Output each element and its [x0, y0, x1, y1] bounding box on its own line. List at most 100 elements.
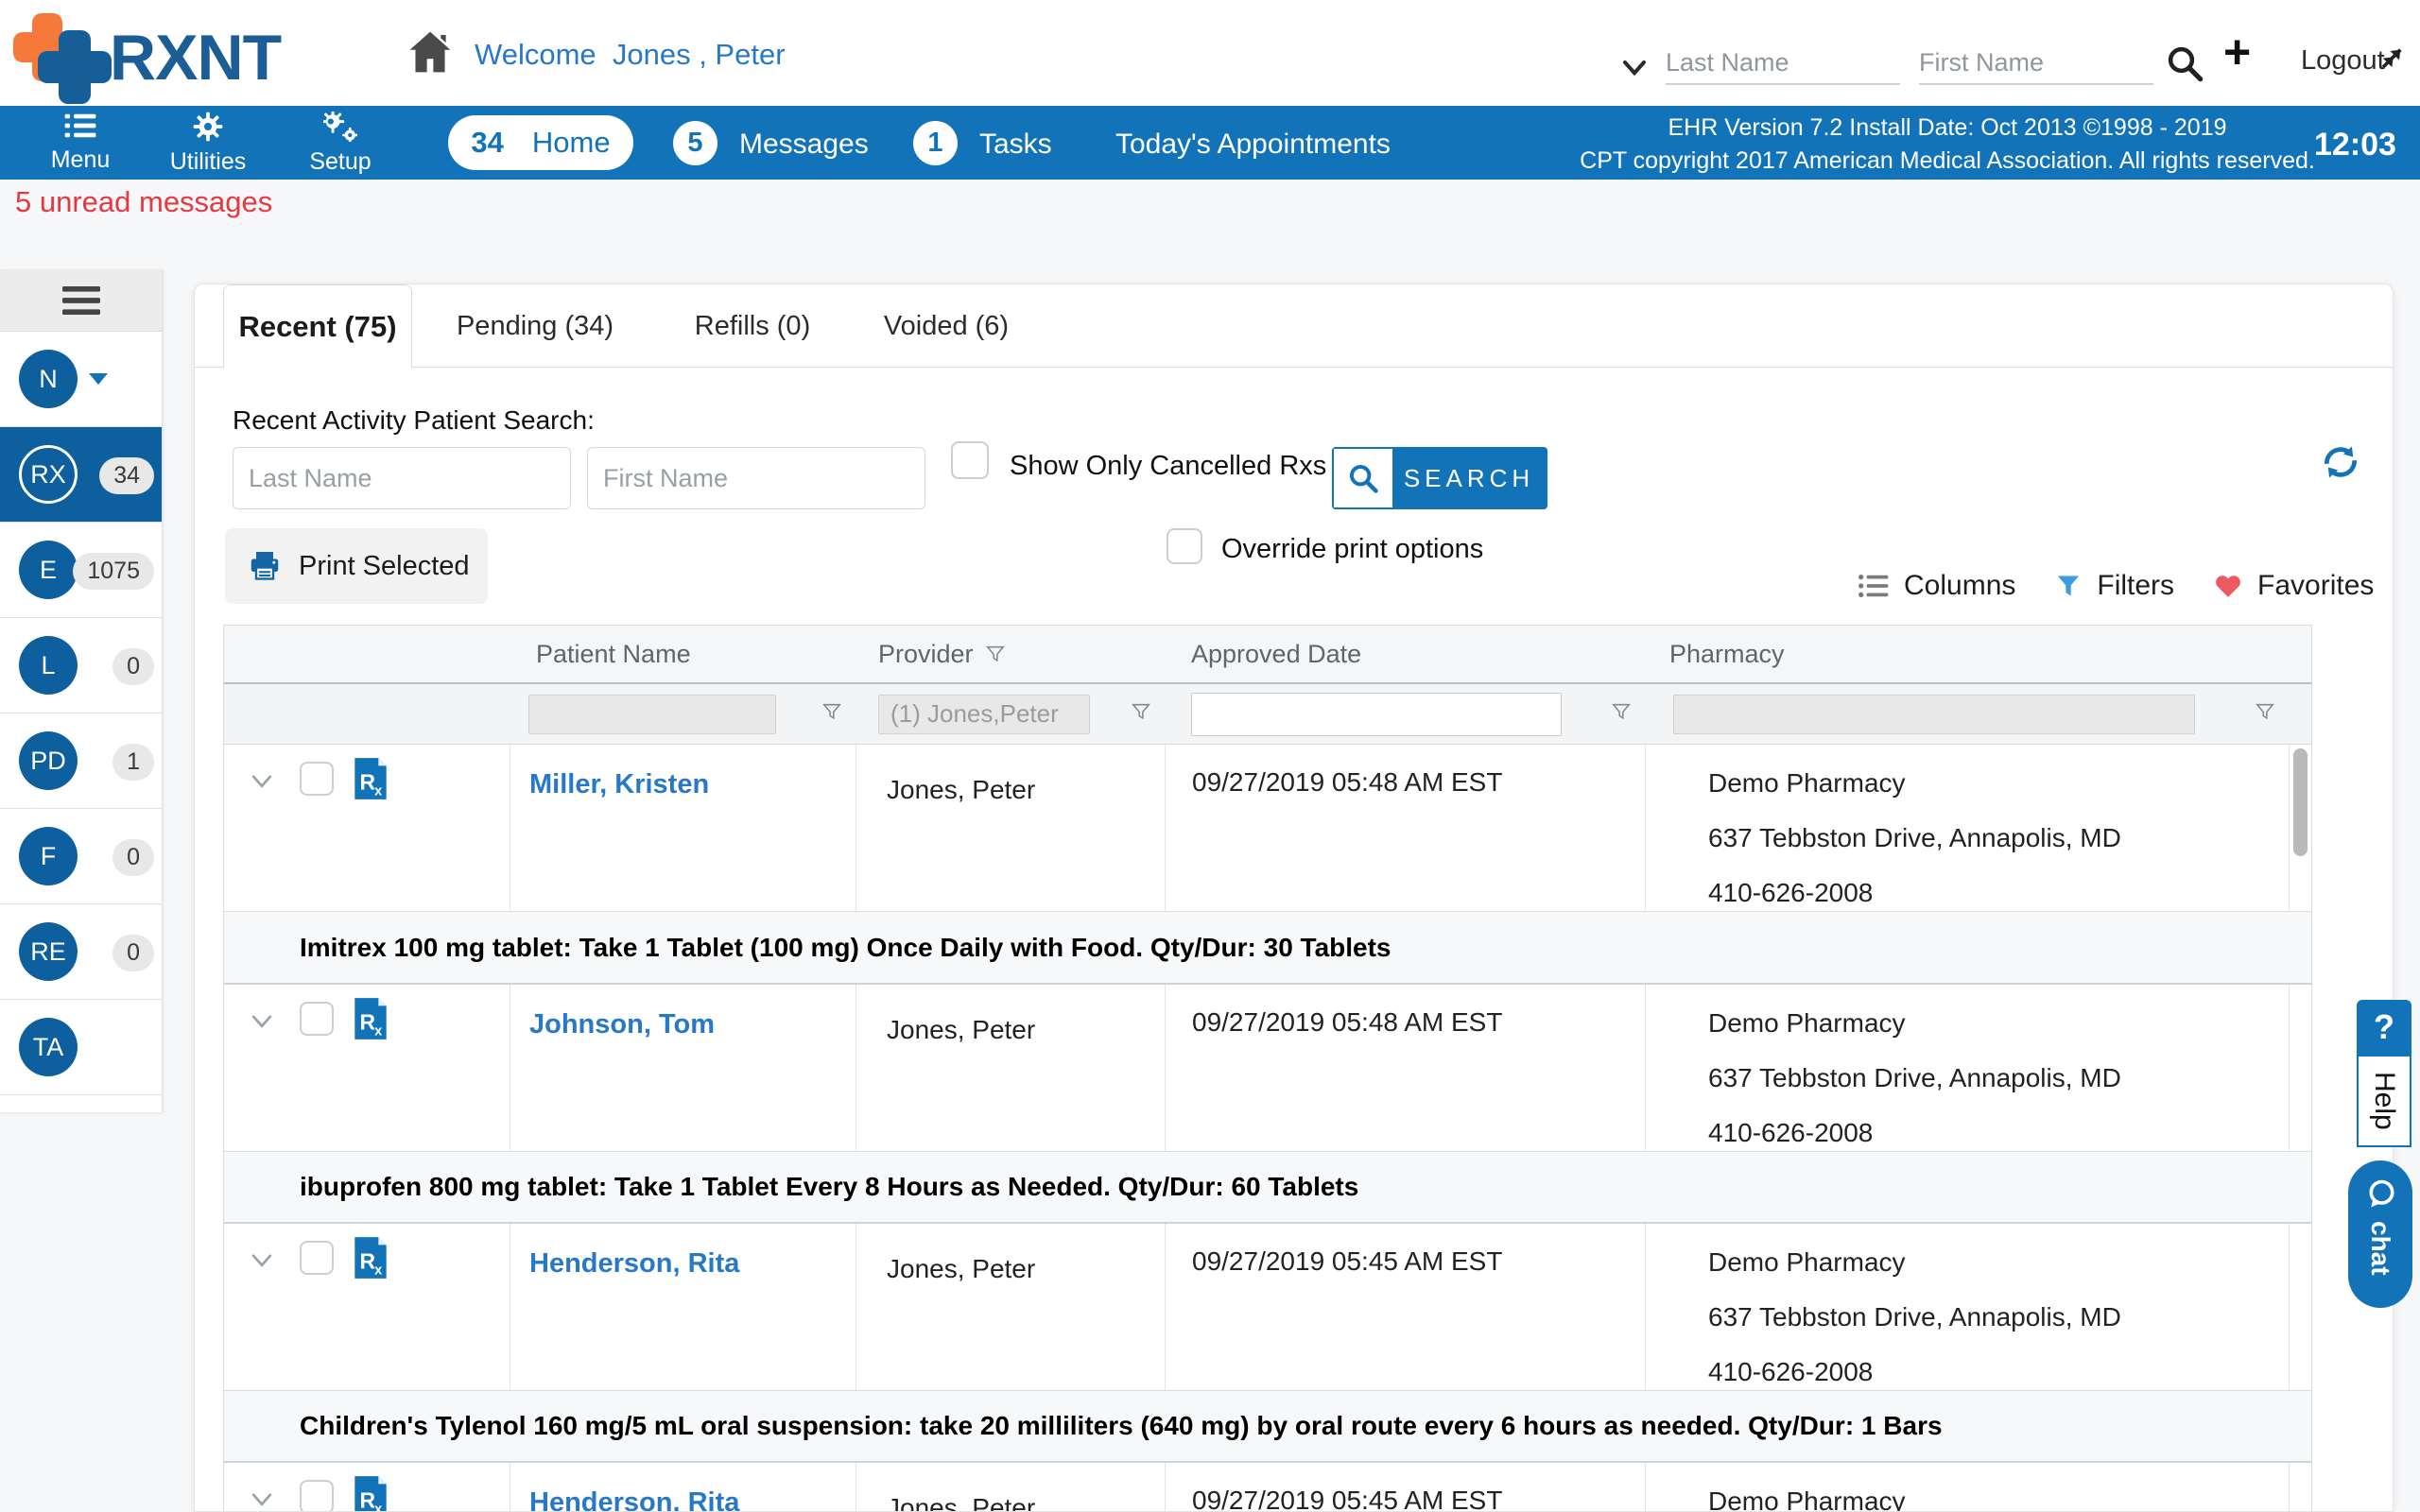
patient-search-label: Recent Activity Patient Search: — [233, 405, 595, 436]
chevron-down-icon[interactable] — [1620, 53, 1649, 86]
sidebar-item-e[interactable]: E 1075 — [0, 523, 162, 618]
tab-recent[interactable]: Recent (75) — [223, 284, 412, 368]
nav-appointments[interactable]: Today's Appointments — [1115, 129, 1391, 161]
col-header-approved[interactable]: Approved Date — [1165, 626, 1645, 682]
fullscreen-expand-icon[interactable] — [2369, 43, 2407, 86]
nav-utilities[interactable]: Utilities — [151, 112, 265, 176]
tabs-row: Recent (75) Pending (34) Refills (0) Voi… — [195, 284, 2393, 368]
search-last-name-input[interactable] — [233, 447, 571, 509]
show-cancelled-checkbox[interactable] — [951, 441, 989, 479]
svg-text:x: x — [374, 1024, 383, 1040]
rx-document-icon[interactable]: Rx — [353, 1235, 389, 1285]
nav-setup[interactable]: Setup — [284, 112, 397, 176]
filters-button[interactable]: Filters — [2055, 570, 2174, 602]
provider-cell: Jones, Peter — [856, 1463, 1165, 1512]
search-button[interactable]: SEARCH — [1332, 447, 1547, 509]
row-checkbox[interactable] — [300, 1480, 334, 1512]
provider-filter-input[interactable] — [878, 695, 1090, 734]
filter-funnel-icon[interactable] — [2255, 701, 2275, 727]
patient-name-link[interactable]: Miller, Kristen — [510, 745, 856, 800]
row-checkbox[interactable] — [300, 1241, 334, 1275]
col-header-provider[interactable]: Provider — [856, 626, 1165, 682]
tab-voided[interactable]: Voided (6) — [866, 284, 1027, 368]
rx-document-icon[interactable]: Rx — [353, 756, 389, 806]
provider-cell: Jones, Peter — [856, 1224, 1165, 1284]
approved-date-filter-input[interactable] — [1191, 693, 1562, 736]
patient-name-link[interactable]: Johnson, Tom — [510, 985, 856, 1040]
table-filter-row — [224, 684, 2311, 745]
col-header-patient[interactable]: Patient Name — [510, 626, 856, 682]
row-checkbox[interactable] — [300, 762, 334, 796]
pharmacy-cell: Demo Pharmacy 637 Tebbston Drive, Annapo… — [1646, 1224, 2289, 1400]
patient-name-link[interactable]: Henderson, Rita — [510, 1224, 856, 1280]
filter-funnel-icon — [985, 644, 1006, 664]
sidebar-badge: 0 — [112, 935, 154, 971]
svg-text:R: R — [360, 1248, 376, 1273]
expand-chevron-icon[interactable] — [251, 773, 273, 795]
table-scrollbar-thumb[interactable] — [2293, 748, 2308, 856]
nav-messages[interactable]: Messages — [739, 129, 869, 161]
header-first-name-input[interactable] — [1919, 42, 2153, 85]
pharmacy-cell: Demo Pharmacy 637 Tebbston Drive, Annapo… — [1646, 985, 2289, 1160]
clock: 12:03 — [2314, 127, 2396, 163]
sidebar-item-ta[interactable]: TA — [0, 1000, 162, 1095]
heart-icon — [2214, 573, 2242, 599]
caret-down-icon[interactable] — [89, 373, 108, 385]
home-icon[interactable] — [405, 25, 456, 84]
show-cancelled-label[interactable]: Show Only Cancelled Rxs — [1010, 451, 1326, 482]
pharmacy-cell: Demo Pharmacy 637 Tebbston Drive, Annapo… — [1646, 745, 2289, 920]
expand-chevron-icon[interactable] — [251, 1491, 273, 1512]
sidebar-collapse-button[interactable] — [0, 269, 162, 332]
nav-menu[interactable]: Menu — [28, 112, 132, 174]
sidebar-item-n[interactable]: N — [0, 332, 162, 427]
header-last-name-input[interactable] — [1666, 42, 1900, 85]
help-tab[interactable]: Help — [2357, 1055, 2411, 1147]
override-print-label[interactable]: Override print options — [1221, 534, 1483, 565]
search-icon[interactable] — [2165, 43, 2204, 88]
messages-count-badge: 5 — [673, 121, 717, 165]
svg-text:x: x — [374, 1503, 383, 1512]
col-header-pharmacy[interactable]: Pharmacy — [1645, 626, 2289, 682]
svg-text:R: R — [360, 1487, 376, 1512]
provider-cell: Jones, Peter — [856, 985, 1165, 1045]
override-print-checkbox[interactable] — [1167, 528, 1202, 564]
nav-tasks[interactable]: Tasks — [979, 129, 1052, 161]
favorites-button[interactable]: Favorites — [2214, 570, 2374, 602]
patient-name-link[interactable]: Henderson, Rita — [510, 1463, 856, 1512]
sidebar-item-l[interactable]: L 0 — [0, 618, 162, 713]
filter-funnel-icon[interactable] — [821, 701, 842, 727]
sidebar-item-re[interactable]: RE 0 — [0, 904, 162, 1000]
expand-chevron-icon[interactable] — [251, 1013, 273, 1035]
refresh-icon[interactable] — [2320, 441, 2361, 488]
rx-document-icon[interactable]: Rx — [353, 996, 389, 1046]
row-checkbox[interactable] — [300, 1002, 334, 1036]
chat-button[interactable]: chat — [2348, 1160, 2412, 1308]
nav-home-pill[interactable]: 34 Home — [448, 115, 633, 170]
sidebar-item-f[interactable]: F 0 — [0, 809, 162, 904]
patient-filter-input[interactable] — [528, 695, 776, 734]
gears-icon — [323, 112, 357, 142]
unread-messages-alert[interactable]: 5 unread messages — [15, 185, 272, 219]
add-icon[interactable]: + — [2223, 28, 2251, 76]
tab-refills[interactable]: Refills (0) — [677, 284, 828, 368]
filter-funnel-icon[interactable] — [1611, 701, 1632, 727]
sidebar-item-pd[interactable]: PD 1 — [0, 713, 162, 809]
svg-text:R: R — [360, 769, 376, 794]
help-question-button[interactable]: ? — [2357, 1000, 2411, 1055]
gear-icon — [193, 112, 223, 142]
print-selected-button[interactable]: Print Selected — [225, 528, 488, 604]
sidebar-item-rx[interactable]: RX 34 — [0, 427, 162, 523]
tab-pending[interactable]: Pending (34) — [450, 284, 620, 368]
columns-list-icon — [1858, 573, 1889, 599]
rx-document-icon[interactable]: Rx — [353, 1474, 389, 1512]
columns-button[interactable]: Columns — [1858, 570, 2015, 602]
pharmacy-filter-input[interactable] — [1673, 695, 2195, 734]
expand-chevron-icon[interactable] — [251, 1252, 273, 1274]
drug-summary-row: ibuprofen 800 mg tablet: Take 1 Tablet E… — [224, 1152, 2311, 1224]
filter-funnel-icon[interactable] — [1131, 701, 1151, 727]
table-row: Rx Miller, Kristen Jones, Peter 09/27/20… — [224, 745, 2311, 912]
top-header: RXNT Welcome Jones , Peter + Logout — [0, 0, 2420, 106]
search-first-name-input[interactable] — [587, 447, 925, 509]
home-count-badge: 34 — [471, 126, 503, 160]
hamburger-icon — [62, 286, 100, 315]
